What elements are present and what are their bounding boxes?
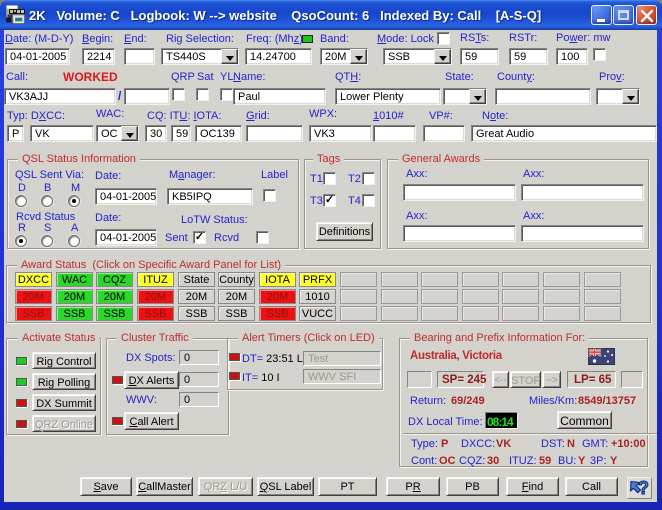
svg-text:?: ? bbox=[638, 478, 649, 498]
